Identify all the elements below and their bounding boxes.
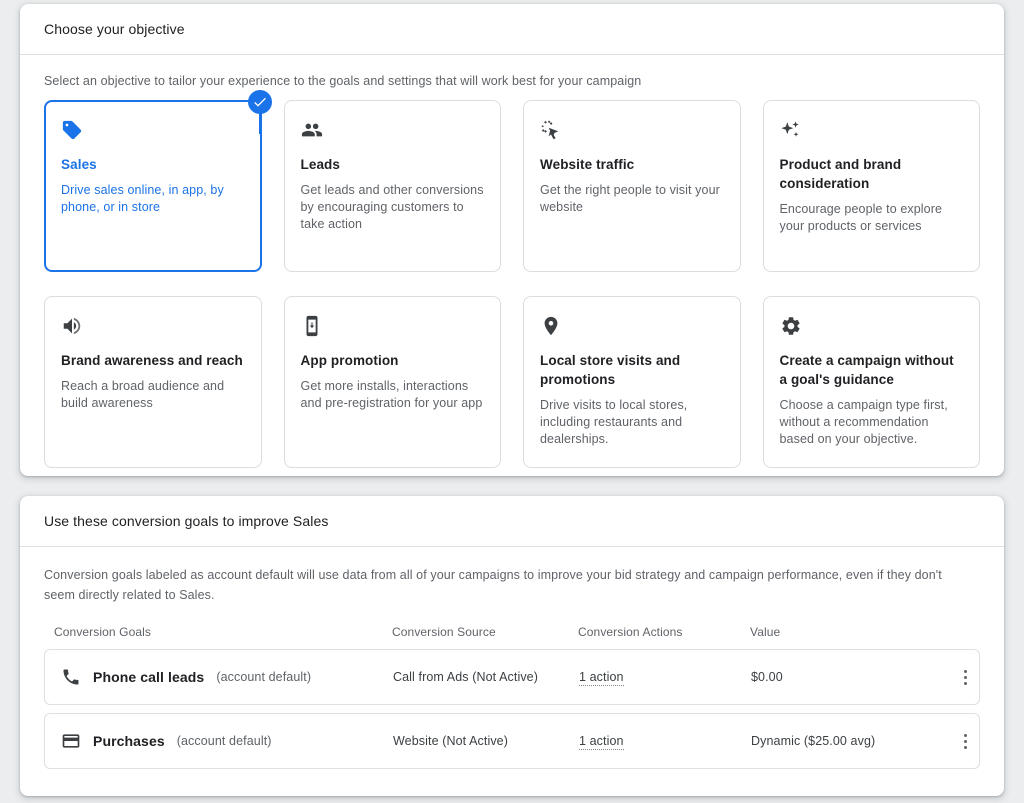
choose-objective-panel: Choose your objective Select an objectiv… <box>20 4 1004 476</box>
credit-card-icon <box>61 731 81 751</box>
value-cell: Dynamic ($25.00 avg) <box>751 734 876 748</box>
objective-card-title: Sales <box>61 157 97 172</box>
objective-card-grid: Sales Drive sales online, in app, by pho… <box>44 90 980 490</box>
table-row[interactable]: Phone call leads (account default) Call … <box>44 649 980 705</box>
more-vert-icon[interactable] <box>951 663 979 691</box>
kebab-dot <box>963 675 967 679</box>
goal-name-suffix: (account default) <box>176 734 272 748</box>
kebab-dot <box>963 739 967 743</box>
objective-card-desc: Drive sales online, in app, by phone, or… <box>61 183 224 214</box>
goals-panel-title: Use these conversion goals to improve Sa… <box>44 513 329 529</box>
objective-card-desc: Get more installs, interactions and pre-… <box>300 379 483 410</box>
objective-card-brand-awareness[interactable]: Brand awareness and reach Reach a broad … <box>44 296 262 468</box>
conversion-actions-link[interactable]: 1 action <box>579 734 624 750</box>
conversion-actions-cell: 1 action <box>579 668 751 686</box>
objective-card-desc: Encourage people to explore your product… <box>779 202 943 233</box>
conversion-goals-table: Conversion Goals Conversion Source Conve… <box>44 625 980 769</box>
conversion-actions-link[interactable]: 1 action <box>579 670 624 686</box>
goals-panel-body: Conversion goals labeled as account defa… <box>20 547 1004 769</box>
objective-card-no-goal-guidance[interactable]: Create a campaign without a goal's guida… <box>762 296 980 468</box>
column-header-value: Value <box>750 625 781 639</box>
app-download-icon <box>301 315 325 339</box>
goal-name-cell: Purchases (account default) <box>55 731 393 751</box>
more-vert-icon[interactable] <box>951 727 979 755</box>
goal-name: Purchases <box>93 733 165 749</box>
objective-card-title: Local store visits and promotions <box>540 353 681 387</box>
kebab-dot <box>963 733 967 737</box>
selected-check-icon <box>247 90 272 114</box>
objective-card-title: Website traffic <box>540 157 635 172</box>
conversion-goals-panel: Use these conversion goals to improve Sa… <box>20 496 1004 796</box>
gear-icon <box>780 315 804 339</box>
objective-card-title: Leads <box>300 157 341 172</box>
speaker-icon <box>61 315 85 339</box>
conversion-actions-cell: 1 action <box>579 732 751 750</box>
objective-card-product-brand-consideration[interactable]: Product and brand consideration Encourag… <box>762 100 980 272</box>
column-header-conversion-source: Conversion Source <box>392 625 496 639</box>
kebab-dot <box>963 745 967 749</box>
goal-name-suffix: (account default) <box>216 670 312 684</box>
objective-card-title: App promotion <box>300 353 399 368</box>
objective-card-desc: Reach a broad audience and build awarene… <box>61 379 225 410</box>
objective-panel-body: Select an objective to tailor your exper… <box>20 55 1004 490</box>
objective-card-desc: Get the right people to visit your websi… <box>540 183 720 214</box>
column-header-conversion-goals: Conversion Goals <box>54 625 151 639</box>
campaign-objective-page: Choose your objective Select an objectiv… <box>0 0 1024 803</box>
kebab-dot <box>963 669 967 673</box>
table-row[interactable]: Purchases (account default) Website (Not… <box>44 713 980 769</box>
cursor-click-icon <box>540 119 564 143</box>
goal-name-cell: Phone call leads (account default) <box>55 667 393 687</box>
page-title: Choose your objective <box>44 21 185 37</box>
objective-card-desc: Drive visits to local stores, including … <box>540 398 688 446</box>
objective-card-sales[interactable]: Sales Drive sales online, in app, by pho… <box>44 90 272 272</box>
conversion-source-value: Website (Not Active) <box>393 734 509 748</box>
objective-card-website-traffic[interactable]: Website traffic Get the right people to … <box>523 100 741 272</box>
objective-subtitle: Select an objective to tailor your exper… <box>44 74 642 88</box>
objective-panel-header: Choose your objective <box>20 4 1004 55</box>
objective-card-title: Create a campaign without a goal's guida… <box>779 353 954 387</box>
objective-card-desc: Get leads and other conversions by encou… <box>300 183 484 231</box>
objective-card-desc: Choose a campaign type first, without a … <box>779 398 948 446</box>
objective-card-local-store-visits[interactable]: Local store visits and promotions Drive … <box>523 296 741 468</box>
location-pin-icon <box>540 315 564 339</box>
table-header-row: Conversion Goals Conversion Source Conve… <box>44 625 980 649</box>
objective-card-title: Product and brand consideration <box>779 157 902 191</box>
objective-card-app-promotion[interactable]: App promotion Get more installs, interac… <box>283 296 501 468</box>
column-header-conversion-actions: Conversion Actions <box>578 625 683 639</box>
tag-icon <box>61 119 85 143</box>
value-cell: $0.00 <box>751 670 783 684</box>
objective-card-leads[interactable]: Leads Get leads and other conversions by… <box>283 100 501 272</box>
objective-card-title: Brand awareness and reach <box>61 353 243 368</box>
sparkle-icon <box>780 119 804 143</box>
people-icon <box>301 119 325 143</box>
badge-connector <box>258 114 261 134</box>
goal-name: Phone call leads <box>93 669 205 685</box>
kebab-dot <box>963 681 967 685</box>
goals-description: Conversion goals labeled as account defa… <box>44 568 942 602</box>
phone-icon <box>61 667 81 687</box>
goals-panel-header: Use these conversion goals to improve Sa… <box>20 496 1004 547</box>
conversion-source-value: Call from Ads (Not Active) <box>393 670 539 684</box>
